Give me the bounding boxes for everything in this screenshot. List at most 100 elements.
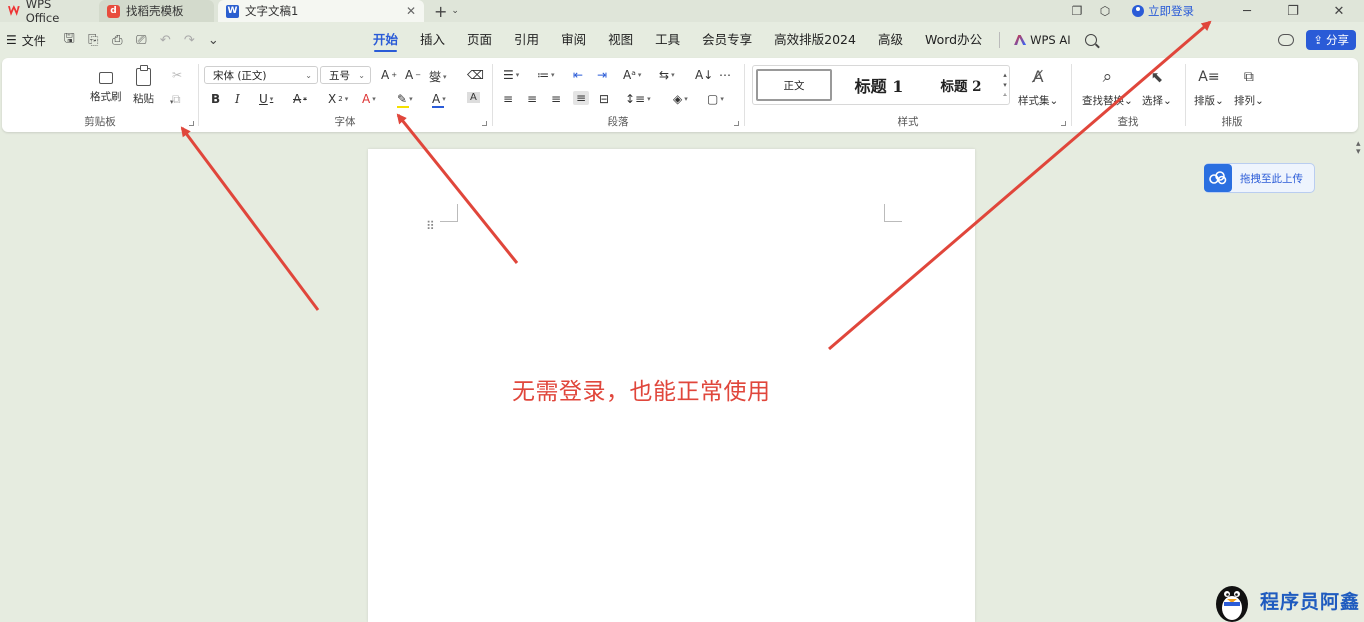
- file-menu[interactable]: ☰ 文件: [0, 32, 46, 49]
- bold-icon[interactable]: B: [211, 92, 220, 106]
- chevron-down-icon: ⌄: [305, 70, 312, 80]
- font-size-select[interactable]: 五号 ⌄: [320, 66, 371, 84]
- customize-dropdown-icon[interactable]: ⌄: [206, 33, 221, 48]
- character-shading-icon[interactable]: A: [467, 92, 480, 103]
- wps-ai-button[interactable]: WPS AI: [1006, 33, 1079, 47]
- upload-label: 拖拽至此上传: [1240, 172, 1303, 185]
- copy-icon[interactable]: ⧉: [172, 92, 181, 107]
- drag-handle-icon[interactable]: ⠿: [426, 220, 436, 232]
- annotation-caption: 无需登录，也能正常使用: [512, 379, 771, 405]
- increase-indent-icon[interactable]: ⇥: [597, 68, 607, 82]
- menu-references[interactable]: 引用: [503, 26, 550, 54]
- numbering-icon[interactable]: ≔ ▾: [537, 68, 555, 82]
- cloud-icon[interactable]: [1278, 34, 1295, 46]
- font-name-select[interactable]: 宋体 (正文) ⌄: [204, 66, 318, 84]
- decrease-indent-icon[interactable]: ⇤: [573, 68, 583, 82]
- clipboard-dialog-launcher[interactable]: [189, 121, 194, 126]
- format-painter-button[interactable]: 格式刷: [90, 66, 122, 104]
- side-scroll-arrows[interactable]: ▴ ▾: [1356, 140, 1361, 157]
- file-menu-label: 文件: [21, 33, 46, 48]
- share-button[interactable]: ⇪ 分享: [1306, 30, 1356, 50]
- arrow-to-clipboard: [180, 126, 320, 311]
- menu-advanced[interactable]: 高级: [867, 26, 914, 54]
- magnifier-icon: ⌕: [1102, 67, 1113, 87]
- menu-review[interactable]: 审阅: [550, 26, 597, 54]
- paragraph-group-label: 段落: [607, 116, 629, 128]
- cursor-select-icon: ⬉: [1150, 68, 1164, 86]
- cut-icon[interactable]: ✂: [172, 68, 182, 82]
- text-effect-icon[interactable]: A ▾: [362, 92, 376, 106]
- drag-upload-button[interactable]: 拖拽至此上传: [1204, 163, 1315, 193]
- arrange-button[interactable]: ⧉ 排列⌄: [1234, 66, 1264, 108]
- borders-icon[interactable]: ▢ ▾: [707, 92, 724, 106]
- print-icon[interactable]: ⎙: [110, 33, 125, 48]
- undo-icon[interactable]: ↶: [158, 33, 173, 48]
- login-button[interactable]: 立即登录: [1132, 3, 1194, 19]
- tab-docer-templates[interactable]: d 找稻壳模板: [99, 0, 214, 22]
- search-icon[interactable]: [1084, 34, 1097, 46]
- align-left-icon[interactable]: ≡: [503, 92, 513, 106]
- styles-group-label: 样式: [897, 116, 919, 128]
- italic-icon[interactable]: I: [235, 92, 240, 106]
- change-case-icon[interactable]: Aᵃ ▾: [623, 68, 641, 82]
- bullets-icon[interactable]: ☰ ▾: [503, 68, 519, 82]
- line-spacing-icon[interactable]: ↕≡ ▾: [625, 92, 651, 106]
- tab-wps-office[interactable]: WPS Office: [0, 0, 95, 25]
- text-direction-icon[interactable]: ⇆ ▾: [659, 68, 675, 82]
- menu-home[interactable]: 开始: [362, 26, 409, 54]
- strikethrough-icon[interactable]: A ▾: [293, 92, 307, 106]
- paste-button[interactable]: 粘贴: [132, 65, 155, 106]
- window-layout-icon[interactable]: ❐: [1070, 4, 1084, 18]
- shrink-font-icon[interactable]: A −: [405, 68, 421, 82]
- menu-view[interactable]: 视图: [597, 26, 644, 54]
- styles-group: 样式: [746, 58, 1070, 132]
- redo-icon[interactable]: ↷: [182, 33, 197, 48]
- hamburger-icon: ☰: [6, 33, 17, 47]
- clear-format-icon[interactable]: ⌫: [467, 68, 484, 82]
- grow-font-icon[interactable]: A +: [381, 68, 397, 82]
- word-doc-icon: W: [226, 4, 239, 18]
- cube-icon[interactable]: ⬡: [1098, 4, 1112, 18]
- output-icon[interactable]: ⎘: [86, 33, 101, 48]
- menu-insert[interactable]: 插入: [409, 26, 456, 54]
- paragraph-group: ☰ ▾ ≔ ▾ ⇤ ⇥ Aᵃ ▾ ⇆ ▾ A↓ ⋯ ≡ ≡ ≡ ≡ ⊟ ↕≡ ▾ ◈ ▾ ▢…: [493, 58, 743, 132]
- select-label: 选择⌄: [1142, 95, 1172, 107]
- new-tab-button[interactable]: + ⌄: [424, 0, 469, 22]
- menu-page[interactable]: 页面: [456, 26, 503, 54]
- distributed-icon[interactable]: ⊟: [599, 92, 609, 106]
- find-replace-button[interactable]: ⌕ 查找替换⌄: [1082, 66, 1133, 108]
- justify-icon[interactable]: ≡: [573, 91, 590, 105]
- styles-dialog-launcher[interactable]: [1061, 121, 1066, 126]
- align-center-icon[interactable]: ≡: [527, 92, 537, 106]
- highlight-color-icon[interactable]: ✎ ▾: [397, 92, 413, 108]
- tab-document-1[interactable]: W 文字文稿1 ✕: [218, 0, 424, 22]
- close-tab-icon[interactable]: ✕: [406, 4, 416, 18]
- print-preview-icon[interactable]: ⎚: [134, 33, 149, 48]
- menu-bar: ☰ 文件 🖫 ⎘ ⎙ ⎚ ↶ ↷ ⌄ 开始 插入 页面 引用 审阅 视图 工具 …: [0, 26, 1364, 54]
- wps-ai-icon: [1014, 35, 1027, 45]
- phonetic-guide-icon[interactable]: 燮 ▾: [429, 68, 447, 85]
- font-dialog-launcher[interactable]: [482, 121, 487, 126]
- minimize-button[interactable]: ─: [1236, 4, 1258, 19]
- chevron-down-icon: ⌄: [451, 6, 459, 16]
- underline-icon[interactable]: U ▾: [259, 92, 273, 106]
- select-button[interactable]: ⬉ 选择⌄: [1142, 66, 1172, 108]
- save-icon[interactable]: 🖫: [62, 29, 77, 51]
- align-right-icon[interactable]: ≡: [551, 92, 561, 106]
- layout-button[interactable]: A≡ 排版⌄: [1194, 66, 1224, 108]
- share-icon: ⇪: [1313, 33, 1323, 47]
- close-window-button[interactable]: ✕: [1328, 4, 1350, 19]
- shading-icon[interactable]: ◈ ▾: [673, 92, 688, 106]
- menu-tools[interactable]: 工具: [644, 26, 691, 54]
- sort-icon[interactable]: A↓: [695, 68, 713, 82]
- menu-efficient-layout[interactable]: 高效排版2024: [763, 26, 867, 54]
- font-color-icon[interactable]: A ▾: [432, 92, 446, 108]
- menu-member[interactable]: 会员专享: [691, 26, 763, 54]
- restore-button[interactable]: ❐: [1282, 4, 1304, 19]
- show-marks-icon[interactable]: ⋯: [719, 68, 731, 82]
- watermark: 程序员阿鑫: [1210, 578, 1364, 622]
- paragraph-dialog-launcher[interactable]: [734, 121, 739, 126]
- superscript-icon[interactable]: X 2 ▾: [328, 92, 348, 106]
- highlight-swatch: [397, 105, 409, 108]
- menu-word-office[interactable]: Word办公: [914, 26, 993, 54]
